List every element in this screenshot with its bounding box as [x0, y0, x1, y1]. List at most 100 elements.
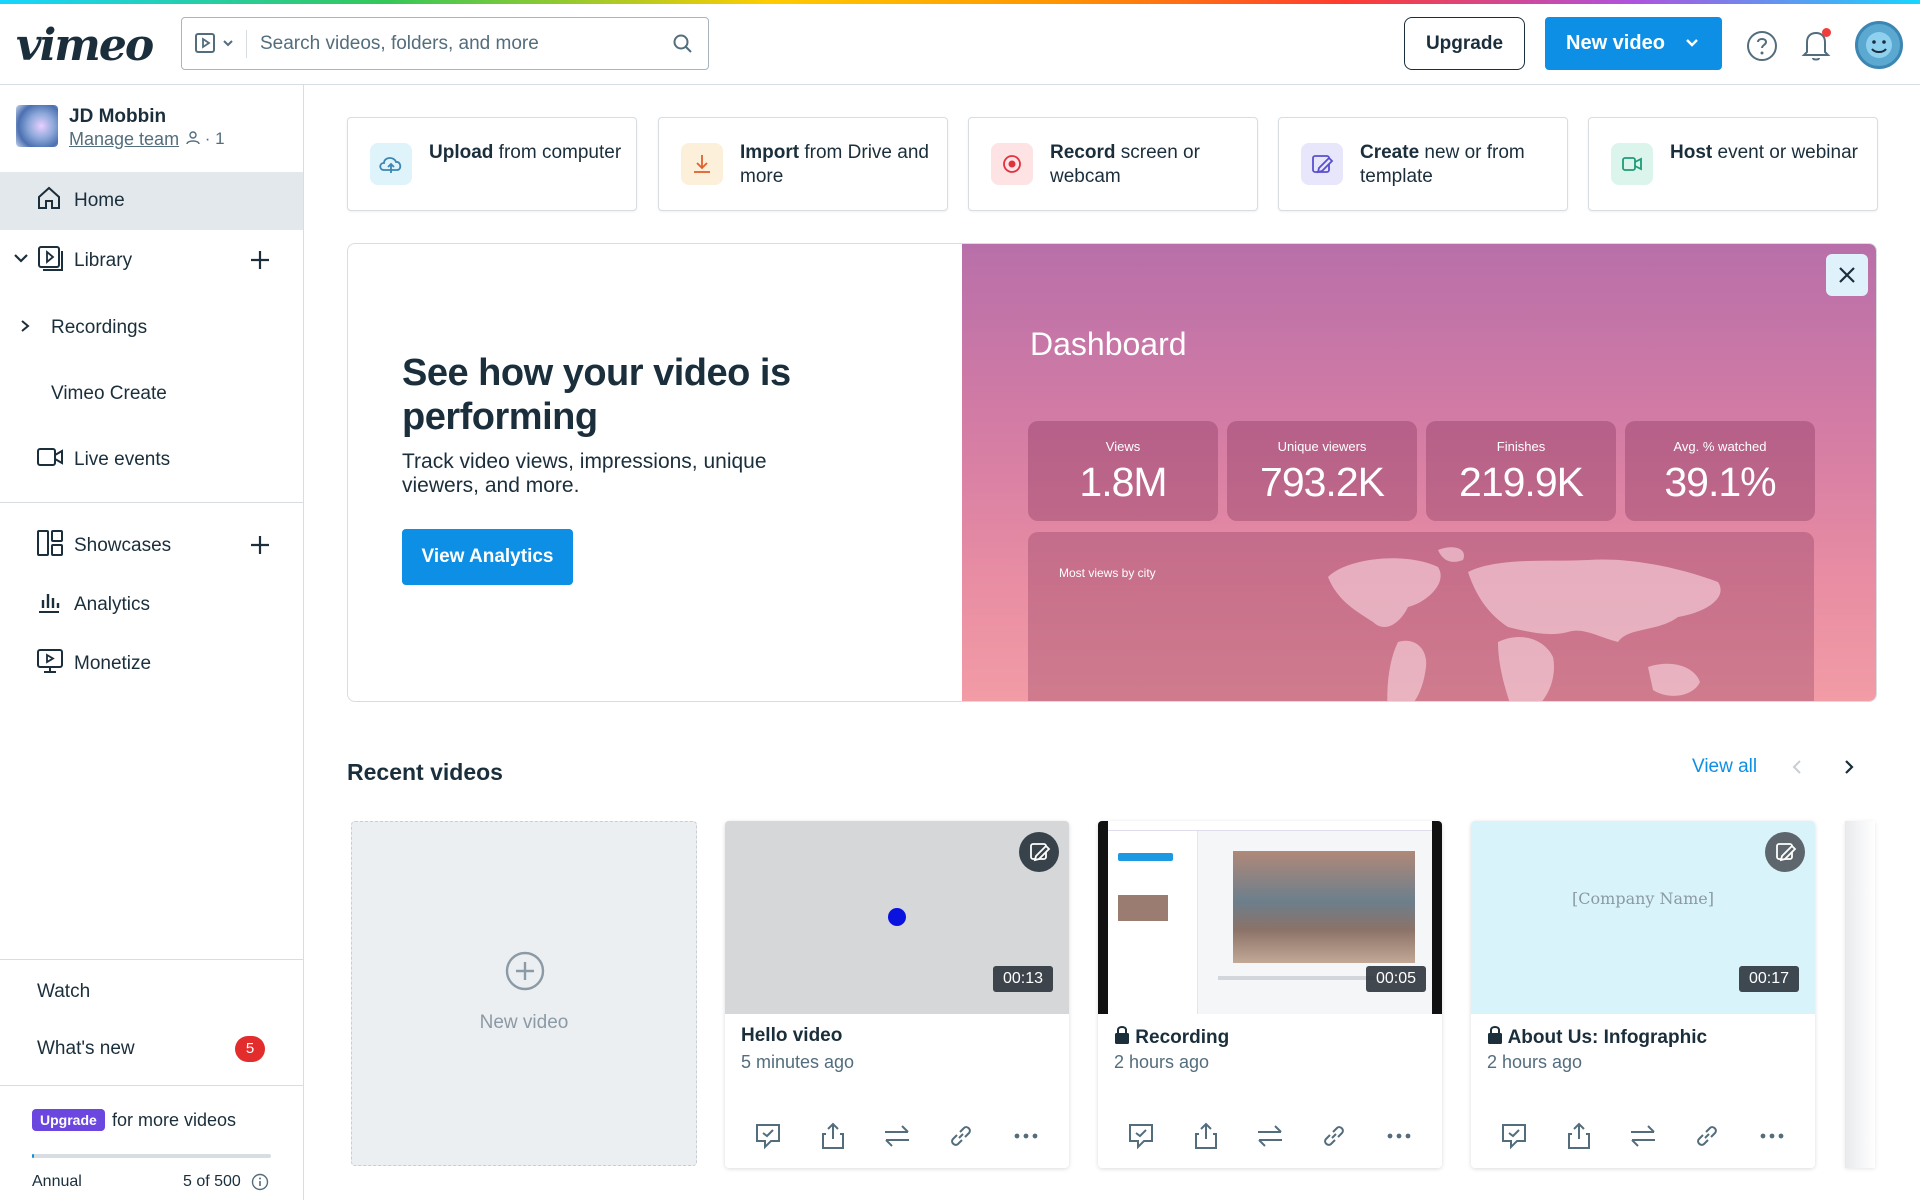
video-title[interactable]: Recording: [1114, 1025, 1229, 1049]
quick-action-title: Import: [740, 142, 800, 163]
monetize-icon: [36, 647, 64, 681]
sidebar-item-label: Showcases: [74, 535, 172, 556]
share-icon[interactable]: [1191, 1121, 1221, 1156]
carousel-next-icon[interactable]: [1842, 757, 1856, 782]
stat-value: 219.9K: [1459, 459, 1584, 505]
carousel-prev-icon[interactable]: [1790, 757, 1804, 782]
new-video-card[interactable]: New video: [351, 821, 697, 1166]
video-duration: 00:05: [1365, 966, 1426, 992]
record-screen-card[interactable]: Record screen or webcam: [968, 117, 1258, 211]
lock-icon: [1488, 1026, 1502, 1044]
upgrade-text: for more videos: [112, 1110, 237, 1130]
more-options-icon[interactable]: [1384, 1121, 1414, 1156]
download-icon: [681, 143, 723, 185]
top-bar: vimeo Upgrade New video: [0, 4, 1920, 85]
sidebar-item-label: Monetize: [74, 653, 152, 674]
recent-videos-heading: Recent videos: [347, 759, 503, 785]
video-quota: 5 of 500: [183, 1173, 241, 1190]
upload-from-computer-card[interactable]: Upload from computer: [347, 117, 637, 211]
stat-unique-viewers: Unique viewers 793.2K: [1227, 421, 1417, 521]
info-icon[interactable]: [251, 1173, 269, 1196]
sidebar-divider: [0, 1085, 303, 1086]
quick-action-title: Upload: [429, 142, 494, 163]
link-icon[interactable]: [1692, 1121, 1722, 1156]
review-icon[interactable]: [1126, 1121, 1156, 1156]
thumbnail-dot: [888, 908, 906, 926]
review-icon[interactable]: [753, 1121, 783, 1156]
search-icon[interactable]: [672, 33, 694, 60]
video-card-partial[interactable]: [1845, 821, 1875, 1168]
help-icon[interactable]: [1746, 30, 1778, 67]
manage-team-link[interactable]: Manage team: [69, 129, 179, 150]
sidebar-item-vimeo-create[interactable]: Vimeo Create: [0, 365, 303, 423]
search-input[interactable]: [260, 28, 660, 60]
upgrade-button[interactable]: Upgrade: [1404, 17, 1525, 70]
upgrade-tag[interactable]: Upgrade: [32, 1109, 105, 1131]
quick-action-title: Record: [1050, 142, 1116, 163]
chevron-right-icon[interactable]: [18, 317, 32, 339]
replace-icon[interactable]: [1628, 1121, 1658, 1156]
sidebar-item-label: Analytics: [74, 594, 151, 615]
link-icon[interactable]: [946, 1121, 976, 1156]
video-card[interactable]: [Company Name] 00:17 About Us: Infograph…: [1471, 821, 1815, 1168]
view-all-link[interactable]: View all: [1692, 756, 1757, 778]
sidebar-item-monetize[interactable]: Monetize: [0, 635, 303, 693]
replace-icon[interactable]: [882, 1121, 912, 1156]
video-title[interactable]: About Us: Infographic: [1487, 1025, 1707, 1049]
chevron-down-icon: [1684, 34, 1700, 57]
sidebar-item-analytics[interactable]: Analytics: [0, 576, 303, 634]
more-options-icon[interactable]: [1757, 1121, 1787, 1156]
sidebar-divider: [0, 959, 303, 960]
sidebar-item-home[interactable]: Home: [0, 172, 303, 230]
host-event-card[interactable]: Host event or webinar: [1588, 117, 1878, 211]
create-icon: [1301, 143, 1343, 185]
notification-dot: [1822, 28, 1831, 37]
camera-icon: [36, 446, 64, 474]
search-bar[interactable]: [181, 17, 709, 70]
vimeo-logo[interactable]: vimeo: [16, 20, 154, 71]
edit-video-icon[interactable]: [1019, 832, 1059, 872]
video-card[interactable]: 00:05 Recording 2 hours ago: [1098, 821, 1442, 1168]
chevron-down-icon[interactable]: [13, 250, 29, 272]
quick-action-title: Host: [1670, 142, 1713, 163]
sidebar-item-library[interactable]: Library: [0, 232, 303, 290]
sidebar-item-recordings[interactable]: Recordings: [0, 299, 303, 357]
share-icon[interactable]: [1564, 1121, 1594, 1156]
cloud-upload-icon: [370, 143, 412, 185]
review-icon[interactable]: [1499, 1121, 1529, 1156]
video-title-text: About Us: Infographic: [1507, 1027, 1708, 1048]
dashboard-preview: Dashboard Views 1.8M Unique viewers 793.2K…: [962, 244, 1876, 701]
sidebar-item-watch[interactable]: Watch: [0, 963, 303, 1021]
stat-views: Views 1.8M: [1028, 421, 1218, 521]
add-showcase-icon[interactable]: [249, 534, 271, 562]
replace-icon[interactable]: [1255, 1121, 1285, 1156]
storage-progress: [32, 1154, 271, 1158]
import-from-drive-card[interactable]: Import from Drive and more: [658, 117, 948, 211]
video-card[interactable]: 00:13 Hello video 5 minutes ago: [725, 821, 1069, 1168]
close-promo-button[interactable]: [1826, 254, 1868, 296]
sidebar-item-label: Watch: [37, 981, 91, 1002]
view-analytics-button[interactable]: View Analytics: [402, 529, 573, 585]
edit-video-icon[interactable]: [1765, 832, 1805, 872]
promo-body: Track video views, impressions, unique v…: [402, 450, 767, 497]
video-actions: [725, 1121, 1069, 1153]
new-video-button[interactable]: New video: [1545, 17, 1722, 70]
add-folder-icon[interactable]: [249, 249, 271, 277]
create-from-template-card[interactable]: Create new or from template: [1278, 117, 1568, 211]
stat-finishes: Finishes 219.9K: [1426, 421, 1616, 521]
record-icon: [991, 143, 1033, 185]
video-title[interactable]: Hello video: [741, 1025, 842, 1047]
stat-value: 39.1%: [1664, 459, 1776, 505]
sidebar-item-label: Recordings: [51, 317, 148, 338]
library-filter-icon[interactable]: [194, 32, 238, 56]
more-options-icon[interactable]: [1011, 1121, 1041, 1156]
sidebar-item-live-events[interactable]: Live events: [0, 431, 303, 489]
sidebar-divider: [0, 502, 303, 503]
user-avatar[interactable]: [1855, 21, 1903, 69]
link-icon[interactable]: [1319, 1121, 1349, 1156]
sidebar-item-showcases[interactable]: Showcases: [0, 517, 303, 575]
share-icon[interactable]: [818, 1121, 848, 1156]
sidebar-item-whats-new[interactable]: What's new 5: [0, 1020, 303, 1078]
member-count: · 1: [186, 129, 225, 149]
stat-label: Avg. % watched: [1673, 439, 1767, 454]
